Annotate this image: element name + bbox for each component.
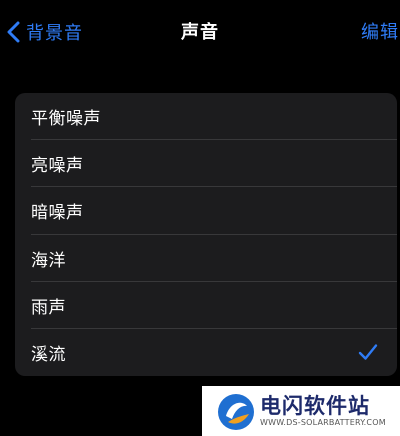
list-item-dark-noise[interactable]: 暗噪声	[15, 187, 397, 235]
list-item-label: 溪流	[31, 345, 66, 366]
navigation-bar: 背景音 声音 编辑	[0, 0, 400, 62]
watermark-banner: 电闪软件站 WWW.DS-SOLARBATTERY.COM	[202, 386, 400, 436]
site-logo-icon	[218, 394, 254, 430]
list-item-ocean[interactable]: 海洋	[15, 235, 397, 282]
watermark-url: WWW.DS-SOLARBATTERY.COM	[260, 418, 386, 427]
list-item-label: 海洋	[31, 250, 66, 271]
checkmark-icon	[358, 344, 378, 360]
edit-button[interactable]: 编辑	[361, 18, 399, 44]
page-title: 声音	[181, 22, 219, 43]
list-item-bright-noise[interactable]: 亮噪声	[15, 140, 397, 188]
sound-list: 平衡噪声 亮噪声 暗噪声 海洋 雨声 溪流	[15, 93, 397, 376]
list-item-stream[interactable]: 溪流	[15, 329, 397, 376]
list-item-rain[interactable]: 雨声	[15, 282, 397, 329]
list-item-label: 暗噪声	[31, 203, 84, 224]
list-item-balanced-noise[interactable]: 平衡噪声	[15, 93, 397, 141]
watermark-name: 电闪软件站	[260, 394, 370, 418]
list-item-label: 平衡噪声	[31, 109, 101, 130]
list-item-label: 亮噪声	[31, 156, 84, 177]
list-item-label: 雨声	[31, 297, 66, 318]
